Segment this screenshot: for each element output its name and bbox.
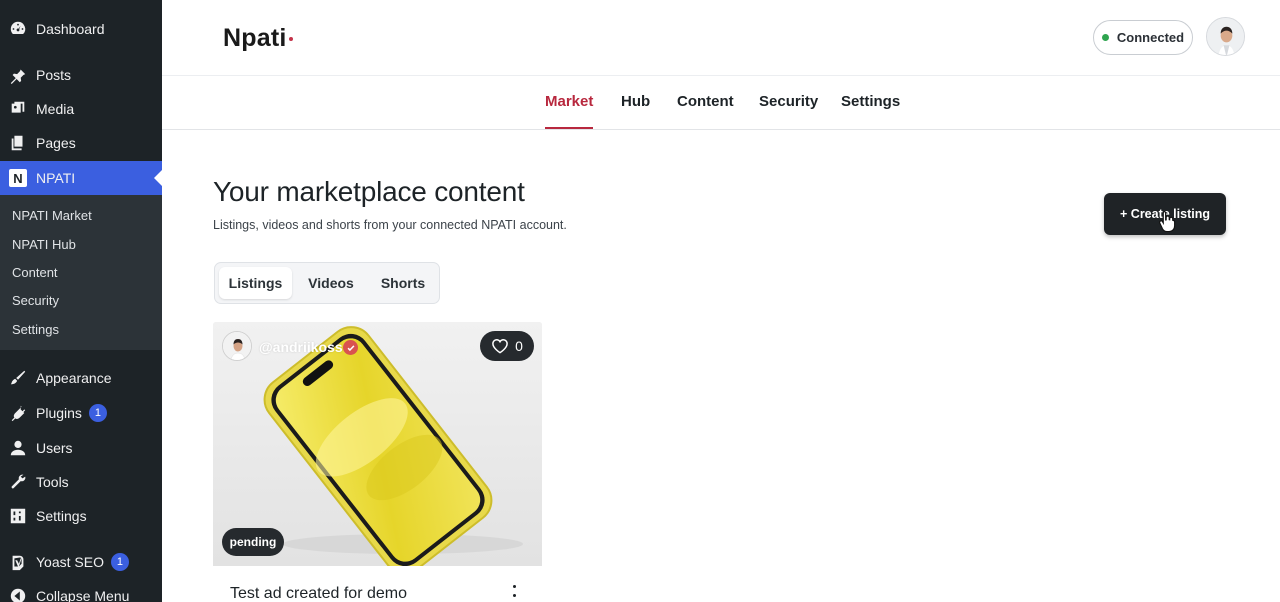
owner-avatar[interactable] <box>222 331 252 361</box>
verified-icon <box>343 340 358 355</box>
listing-card[interactable]: @andriikoss 0 pending Test ad created fo… <box>213 322 542 602</box>
segment-shorts[interactable]: Shorts <box>370 267 436 299</box>
sidebar-item-pages[interactable]: Pages <box>0 126 162 160</box>
sidebar-item-dashboard[interactable]: Dashboard <box>0 12 162 46</box>
yoast-icon <box>8 552 28 572</box>
sidebar-item-label: Dashboard <box>36 21 105 37</box>
like-count: 0 <box>515 338 523 354</box>
wrench-icon <box>8 472 28 492</box>
active-tab-indicator <box>545 127 593 129</box>
connection-status-badge: Connected <box>1093 20 1193 55</box>
listing-title[interactable]: Test ad created for demo <box>230 585 407 602</box>
connection-status-label: Connected <box>1116 30 1185 45</box>
sliders-icon <box>8 506 28 526</box>
sidebar-item-label: Collapse Menu <box>36 588 130 602</box>
sidebar-item-label: Posts <box>36 67 72 83</box>
dashboard-icon <box>8 19 28 39</box>
status-dot-icon <box>1101 34 1109 41</box>
listing-image[interactable]: @andriikoss 0 pending <box>213 322 542 566</box>
heart-icon <box>492 339 508 354</box>
segment-listings[interactable]: Listings <box>219 267 292 299</box>
user-avatar[interactable] <box>1206 17 1245 56</box>
content-type-segmented-control: Listings Videos Shorts <box>214 262 440 304</box>
sidebar-item-label: NPATI <box>36 170 76 186</box>
submenu-item-market[interactable]: NPATI Market <box>12 208 92 223</box>
more-options-icon[interactable] <box>509 585 519 602</box>
sidebar-item-appearance[interactable]: Appearance <box>0 361 162 395</box>
tab-settings[interactable]: Settings <box>841 93 900 110</box>
sidebar-item-label: Media <box>36 101 75 117</box>
sidebar-item-label: Settings <box>36 508 87 524</box>
sidebar-item-label: Users <box>36 440 73 456</box>
media-icon <box>8 99 28 119</box>
npati-logo-letter: N <box>9 169 27 187</box>
brand-name: Npati <box>223 24 287 52</box>
app-header: Npati Connected <box>162 0 1280 76</box>
submenu-item-content[interactable]: Content <box>12 265 58 280</box>
sidebar-item-label: Tools <box>36 474 69 490</box>
plug-icon <box>8 403 28 423</box>
user-avatar-icon <box>1207 18 1244 55</box>
like-button[interactable]: 0 <box>480 331 534 361</box>
submenu-item-security[interactable]: Security <box>12 293 59 308</box>
sidebar-item-label: Plugins <box>36 405 82 421</box>
page-title: Your marketplace content <box>213 176 525 207</box>
sidebar-item-plugins[interactable]: Plugins 1 <box>0 396 162 430</box>
page-subtitle: Listings, videos and shorts from your co… <box>213 218 567 232</box>
owner-handle[interactable]: @andriikoss <box>259 339 343 355</box>
sidebar-item-label: Yoast SEO <box>36 554 104 570</box>
sidebar-item-settings[interactable]: Settings <box>0 499 162 533</box>
status-badge: pending <box>222 528 284 556</box>
sidebar-item-users[interactable]: Users <box>0 431 162 465</box>
user-icon <box>8 438 28 458</box>
yoast-notice-badge: 1 <box>110 553 129 571</box>
segment-videos[interactable]: Videos <box>296 267 366 299</box>
plugins-update-badge: 1 <box>88 404 107 422</box>
collapse-menu-button[interactable]: Collapse Menu <box>0 579 162 602</box>
submenu-item-hub[interactable]: NPATI Hub <box>12 237 76 252</box>
pin-icon <box>8 65 28 85</box>
npati-submenu: NPATI Market NPATI Hub Content Security … <box>0 195 162 350</box>
sidebar-item-label: Pages <box>36 135 76 151</box>
sidebar-item-npati[interactable]: N NPATI <box>0 161 162 195</box>
pages-icon <box>8 133 28 153</box>
brand-dot <box>288 37 293 42</box>
brand-logo[interactable]: Npati <box>223 24 293 53</box>
npati-logo-icon: N <box>8 168 28 188</box>
sidebar-item-label: Appearance <box>36 370 112 386</box>
sidebar-item-yoast[interactable]: Yoast SEO 1 <box>0 545 162 579</box>
sidebar-item-tools[interactable]: Tools <box>0 465 162 499</box>
main-nav: Market Hub Content Security Settings <box>162 76 1280 130</box>
admin-sidebar: Dashboard Posts Media Pages N NPATI NPAT… <box>0 0 162 602</box>
tab-hub[interactable]: Hub <box>621 93 650 110</box>
brush-icon <box>8 368 28 388</box>
submenu-item-settings[interactable]: Settings <box>12 322 59 337</box>
sidebar-item-media[interactable]: Media <box>0 92 162 126</box>
tab-content[interactable]: Content <box>677 93 734 110</box>
tab-market[interactable]: Market <box>545 93 593 110</box>
hand-cursor-icon <box>1159 210 1176 232</box>
collapse-icon <box>8 586 28 602</box>
tab-security[interactable]: Security <box>759 93 818 110</box>
sidebar-item-posts[interactable]: Posts <box>0 58 162 92</box>
